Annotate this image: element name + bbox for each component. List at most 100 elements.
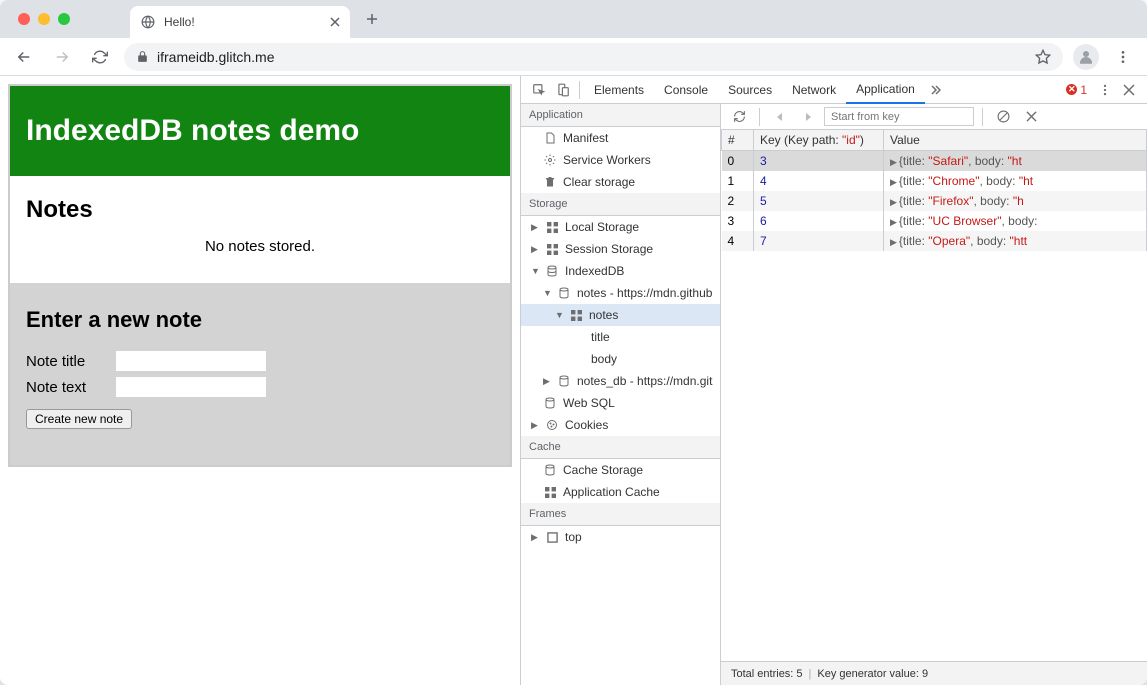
- key-generator-value: Key generator value: 9: [817, 668, 928, 680]
- trash-icon: [543, 175, 557, 189]
- sidebar-item-local-storage[interactable]: ▶Local Storage: [521, 216, 720, 238]
- prev-page-icon[interactable]: [768, 105, 792, 129]
- sidebar-section-frames: Frames: [521, 503, 720, 526]
- profile-avatar[interactable]: [1073, 44, 1099, 70]
- col-index[interactable]: #: [722, 130, 754, 151]
- table-row[interactable]: 03▶{title: "Safari", body: "ht: [722, 151, 1147, 172]
- database-icon: [557, 286, 571, 300]
- devtools-close-icon[interactable]: [1117, 78, 1141, 102]
- tab-strip: Hello!: [0, 0, 1147, 38]
- error-icon: ✕: [1066, 84, 1077, 95]
- chevron-right-icon: ▶: [531, 244, 539, 255]
- devtools-panel: Elements Console Sources Network Applica…: [520, 76, 1147, 685]
- forward-button[interactable]: [48, 43, 76, 71]
- gear-icon: [543, 153, 557, 167]
- window-minimize-button[interactable]: [38, 13, 50, 25]
- table-row[interactable]: 47▶{title: "Opera", body: "htt: [722, 231, 1147, 251]
- form-heading: Enter a new note: [26, 307, 494, 333]
- clear-store-icon[interactable]: [991, 105, 1015, 129]
- page-banner: IndexedDB notes demo: [10, 86, 510, 176]
- delete-selected-icon[interactable]: [1019, 105, 1043, 129]
- sidebar-section-application: Application: [521, 104, 720, 127]
- frame-icon: [545, 530, 559, 544]
- total-entries: Total entries: 5: [731, 668, 803, 680]
- note-title-label: Note title: [26, 353, 116, 370]
- tab-application[interactable]: Application: [846, 76, 925, 104]
- application-sidebar: Application Manifest Service Workers Cle…: [521, 104, 721, 685]
- inspect-element-icon[interactable]: [527, 78, 551, 102]
- window-controls: [18, 13, 70, 25]
- url-text: iframeidb.glitch.me: [157, 49, 275, 65]
- sidebar-item-cache-storage[interactable]: Cache Storage: [521, 459, 720, 481]
- cookie-icon: [545, 418, 559, 432]
- sidebar-item-clear-storage[interactable]: Clear storage: [521, 171, 720, 193]
- devtools-tabbar: Elements Console Sources Network Applica…: [521, 76, 1147, 104]
- grid-icon: [545, 220, 559, 234]
- tab-console[interactable]: Console: [654, 76, 718, 104]
- grid-icon: [543, 485, 557, 499]
- data-table: # Key (Key path: "id") Value 03▶{title: …: [721, 130, 1147, 251]
- refresh-icon[interactable]: [727, 105, 751, 129]
- sidebar-item-index-title[interactable]: title: [521, 326, 720, 348]
- reload-button[interactable]: [86, 43, 114, 71]
- lock-icon: [136, 50, 149, 63]
- window-maximize-button[interactable]: [58, 13, 70, 25]
- devtools-menu-icon[interactable]: [1093, 78, 1117, 102]
- sidebar-item-application-cache[interactable]: Application Cache: [521, 481, 720, 503]
- tab-elements[interactable]: Elements: [584, 76, 654, 104]
- chevron-down-icon: ▼: [555, 310, 563, 320]
- database-icon: [557, 374, 571, 388]
- sidebar-item-db-notes[interactable]: ▼notes - https://mdn.github: [521, 282, 720, 304]
- chevron-down-icon: ▼: [531, 266, 539, 276]
- sidebar-item-session-storage[interactable]: ▶Session Storage: [521, 238, 720, 260]
- chevron-down-icon: ▼: [543, 288, 551, 298]
- sidebar-item-cookies[interactable]: ▶Cookies: [521, 414, 720, 436]
- sidebar-item-db-notesdb[interactable]: ▶notes_db - https://mdn.git: [521, 370, 720, 392]
- tab-network[interactable]: Network: [782, 76, 846, 104]
- browser-tab[interactable]: Hello!: [130, 6, 350, 38]
- empty-message: No notes stored.: [26, 238, 494, 255]
- grid-icon: [569, 308, 583, 322]
- data-pane: # Key (Key path: "id") Value 03▶{title: …: [721, 104, 1147, 685]
- new-tab-button[interactable]: [358, 5, 386, 33]
- col-value[interactable]: Value: [884, 130, 1147, 151]
- note-title-input[interactable]: [116, 351, 266, 371]
- error-counter[interactable]: ✕ 1: [1060, 83, 1093, 97]
- chevron-right-icon: ▶: [531, 222, 539, 233]
- tabs-overflow-icon[interactable]: [925, 84, 945, 96]
- bookmark-star-icon[interactable]: [1035, 49, 1051, 65]
- next-page-icon[interactable]: [796, 105, 820, 129]
- table-row[interactable]: 36▶{title: "UC Browser", body:: [722, 211, 1147, 231]
- sidebar-item-store-notes[interactable]: ▼notes: [521, 304, 720, 326]
- chevron-right-icon: ▶: [531, 532, 539, 543]
- address-bar[interactable]: iframeidb.glitch.me: [124, 43, 1063, 71]
- file-icon: [543, 131, 557, 145]
- tab-close-icon[interactable]: [330, 17, 340, 27]
- sidebar-item-websql[interactable]: Web SQL: [521, 392, 720, 414]
- status-bar: Total entries: 5 | Key generator value: …: [721, 661, 1147, 685]
- device-toggle-icon[interactable]: [551, 78, 575, 102]
- data-toolbar: [721, 104, 1147, 130]
- note-text-input[interactable]: [116, 377, 266, 397]
- sidebar-item-manifest[interactable]: Manifest: [521, 127, 720, 149]
- database-icon: [543, 396, 557, 410]
- window-close-button[interactable]: [18, 13, 30, 25]
- tab-title: Hello!: [164, 15, 322, 29]
- page-viewport: IndexedDB notes demo Notes No notes stor…: [0, 76, 520, 685]
- chevron-right-icon: ▶: [531, 420, 539, 431]
- sidebar-item-index-body[interactable]: body: [521, 348, 720, 370]
- key-search-input[interactable]: [824, 107, 974, 126]
- tab-sources[interactable]: Sources: [718, 76, 782, 104]
- browser-menu-button[interactable]: [1109, 43, 1137, 71]
- sidebar-item-top-frame[interactable]: ▶top: [521, 526, 720, 548]
- create-note-button[interactable]: Create new note: [26, 409, 132, 429]
- table-row[interactable]: 25▶{title: "Firefox", body: "h: [722, 191, 1147, 211]
- col-key[interactable]: Key (Key path: "id"): [754, 130, 884, 151]
- table-row[interactable]: 14▶{title: "Chrome", body: "ht: [722, 171, 1147, 191]
- page-title: IndexedDB notes demo: [26, 114, 494, 148]
- sidebar-section-storage: Storage: [521, 193, 720, 216]
- sidebar-item-service-workers[interactable]: Service Workers: [521, 149, 720, 171]
- back-button[interactable]: [10, 43, 38, 71]
- sidebar-item-indexeddb[interactable]: ▼IndexedDB: [521, 260, 720, 282]
- sidebar-section-cache: Cache: [521, 436, 720, 459]
